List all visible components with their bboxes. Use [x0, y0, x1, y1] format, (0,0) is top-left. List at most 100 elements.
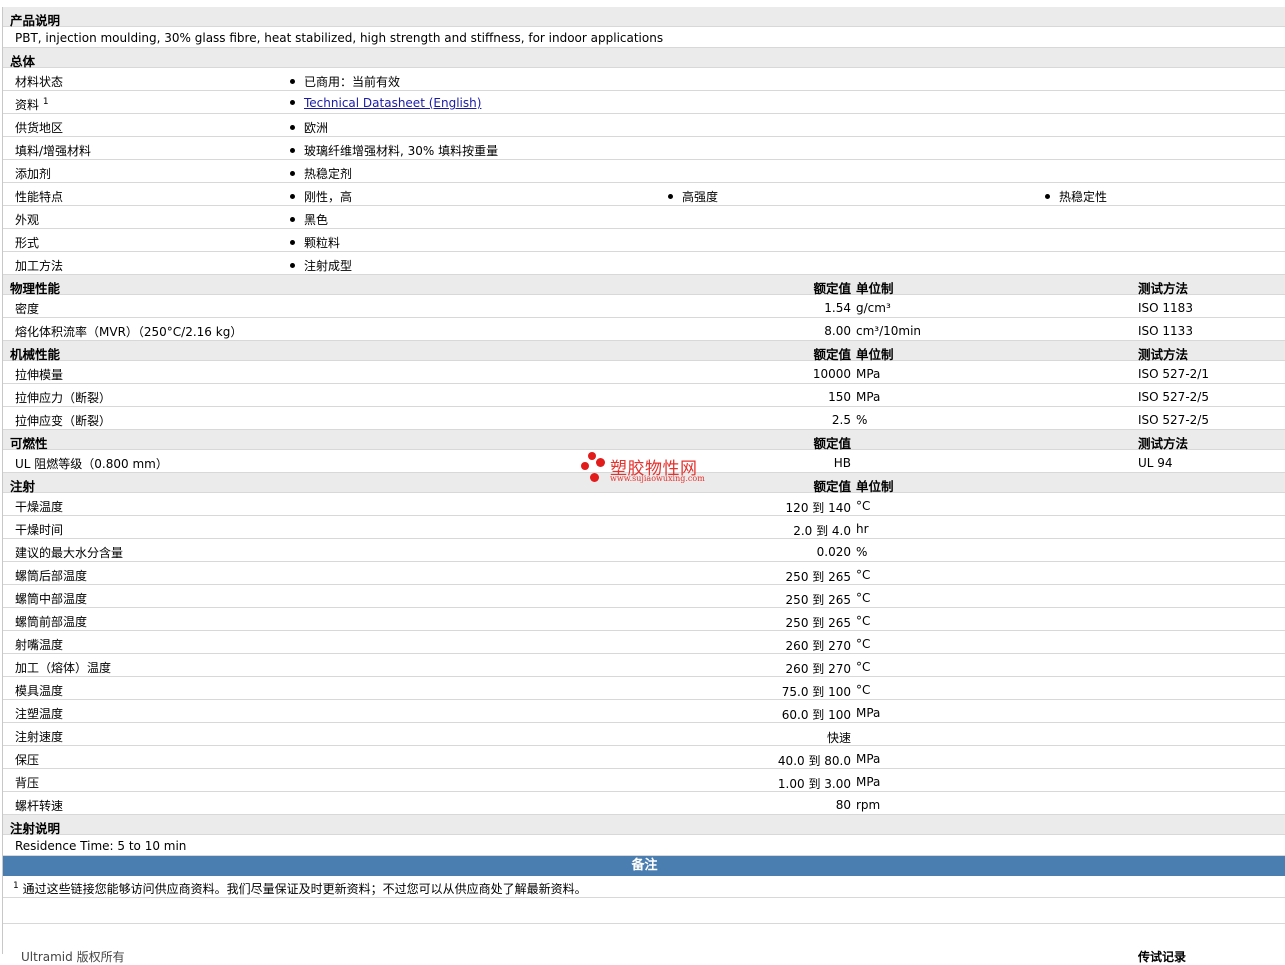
row-label: 射嘴温度	[15, 638, 64, 652]
watermark-url: www.sujiaowuxing.com	[610, 474, 705, 483]
injection-row: 背压 1.00 到 3.00 MPa	[3, 769, 1285, 792]
description-text: PBT, injection moulding, 30% glass fibre…	[15, 31, 664, 45]
injection-row: 建议的最大水分含量 0.020%	[3, 539, 1285, 562]
row-value: 快速	[826, 731, 851, 745]
footnote-marker: 1	[42, 97, 49, 107]
row-label: 供货地区	[15, 121, 64, 135]
row-label: 性能特点	[15, 190, 64, 204]
injection-row: 螺杆转速 80 rpm	[3, 792, 1285, 815]
row-value: 80	[835, 798, 851, 812]
row-unit: %	[856, 413, 868, 427]
footnote-text: 1 通过这些链接您能够访问供应商资料。我们尽量保证及时更新资料；不过您可以从供应…	[13, 881, 587, 896]
row-value: 250 到 265	[785, 570, 851, 584]
bullet-icon	[290, 194, 295, 199]
row-label: 拉伸应变（断裂）	[15, 414, 112, 428]
row-label: UL 阻燃等级（0.800 mm）	[15, 457, 168, 471]
row-method: ISO 1133	[1138, 324, 1193, 338]
footnote-marker: 1	[13, 881, 19, 891]
property-row: 拉伸应力（断裂） 150 MPa ISO 527-2/5	[3, 384, 1285, 407]
row-label: 螺筒后部温度	[15, 569, 88, 583]
bullet-icon	[290, 125, 295, 130]
bullet-value: 热稳定性	[1045, 188, 1107, 205]
injection-row: 射嘴温度 260 到 270 °C	[3, 631, 1285, 654]
row-label: 外观	[15, 213, 40, 227]
section-header-physical: 物理性能 额定值 单位制 测试方法	[3, 275, 1285, 296]
row-unit: MPa	[856, 367, 881, 381]
footnote-row: 1 通过这些链接您能够访问供应商资料。我们尽量保证及时更新资料；不过您可以从供应…	[3, 876, 1285, 898]
row-value: HB	[833, 456, 851, 470]
injection-row: 干燥时间 2.0 到 4.0 hr	[3, 516, 1285, 539]
row-label: 密度	[15, 302, 40, 316]
injection-row: 注射速度 快速	[3, 723, 1285, 746]
bullet-icon	[1045, 194, 1050, 199]
cutoff-text: Ultramid 版权所有	[21, 950, 125, 964]
bullet-value: 玻璃纤维增强材料, 30% 填料按重量	[290, 142, 498, 159]
row-unit: °C	[856, 591, 871, 605]
bullet-value: 欧洲	[290, 119, 328, 136]
injection-row: 保压 40.0 到 80.0 MPa	[3, 746, 1285, 769]
row-label: 形式	[15, 236, 40, 250]
row-label: 材料状态	[15, 75, 64, 89]
injection-notes-text: Residence Time: 5 to 10 min	[15, 839, 187, 853]
section-header-description: 产品说明	[3, 7, 1285, 28]
bullet-value: 刚性，高	[290, 188, 352, 205]
row-value: 120 到 140	[785, 501, 851, 515]
row-value: 1.00 到 3.00	[777, 777, 851, 791]
bullet-value: Technical Datasheet (English)	[290, 96, 481, 110]
bullet-value: 高强度	[668, 188, 718, 205]
logo-dot-icon	[596, 458, 605, 467]
bullet-icon	[290, 240, 295, 245]
row-unit: MPa	[856, 775, 881, 789]
row-method: ISO 1183	[1138, 301, 1193, 315]
row-label: 注射速度	[15, 730, 64, 744]
row-unit: cm³/10min	[856, 324, 922, 338]
bullet-icon	[668, 194, 673, 199]
row-label: 加工方法	[15, 259, 64, 273]
row-label: 背压	[15, 776, 40, 790]
row-value: 2.0 到 4.0	[793, 524, 851, 538]
cutoff-row: Ultramid 版权所有 传试记录	[3, 924, 1285, 964]
bullet-icon	[290, 263, 295, 268]
general-row-features: 性能特点 刚性，高 高强度 热稳定性	[3, 183, 1285, 206]
row-label: 模具温度	[15, 684, 64, 698]
logo-dot-icon	[590, 473, 599, 482]
row-value: 250 到 265	[785, 616, 851, 630]
datasheet-link[interactable]: Technical Datasheet (English)	[304, 96, 481, 110]
injection-row: 螺筒前部温度 250 到 265 °C	[3, 608, 1285, 631]
row-label: 干燥温度	[15, 500, 64, 514]
bullet-value: 注射成型	[290, 257, 352, 274]
row-unit: %	[856, 545, 868, 559]
row-method: UL 94	[1138, 456, 1173, 470]
bullet-value: 热稳定剂	[290, 165, 352, 182]
row-label: 螺杆转速	[15, 799, 64, 813]
injection-row: 模具温度 75.0 到 100 °C	[3, 677, 1285, 700]
injection-row: 注塑温度 60.0 到 100 MPa	[3, 700, 1285, 723]
property-row: 拉伸应变（断裂） 2.5 % ISO 527-2/5	[3, 407, 1285, 430]
row-unit: hr	[856, 522, 869, 536]
general-row-form: 形式 颗粒料	[3, 229, 1285, 252]
section-header-flammability: 可燃性 额定值 测试方法	[3, 430, 1285, 451]
row-label: 干燥时间	[15, 523, 64, 537]
injection-row: 螺筒中部温度 250 到 265 °C	[3, 585, 1285, 608]
row-label: 拉伸应力（断裂）	[15, 391, 112, 405]
row-value: 0.020	[816, 545, 851, 559]
row-unit: °C	[856, 614, 871, 628]
row-label: 建议的最大水分含量	[15, 546, 124, 560]
row-label: 拉伸模量	[15, 368, 64, 382]
property-row: 拉伸模量 10000 MPa ISO 527-2/1	[3, 361, 1285, 384]
row-value: 2.5	[831, 413, 851, 427]
row-unit: °C	[856, 499, 871, 513]
row-unit: °C	[856, 568, 871, 582]
row-unit: MPa	[856, 752, 881, 766]
bullet-icon	[290, 79, 295, 84]
bullet-icon	[290, 217, 295, 222]
injection-row: 加工（熔体）温度 260 到 270 °C	[3, 654, 1285, 677]
blank-row	[3, 898, 1285, 924]
row-label: 螺筒中部温度	[15, 592, 88, 606]
row-unit: MPa	[856, 706, 881, 720]
bullet-icon	[290, 100, 295, 105]
row-value: 75.0 到 100	[781, 685, 851, 699]
row-value: 1.54	[824, 301, 851, 315]
row-unit: °C	[856, 637, 871, 651]
logo-dot-icon	[588, 452, 596, 460]
